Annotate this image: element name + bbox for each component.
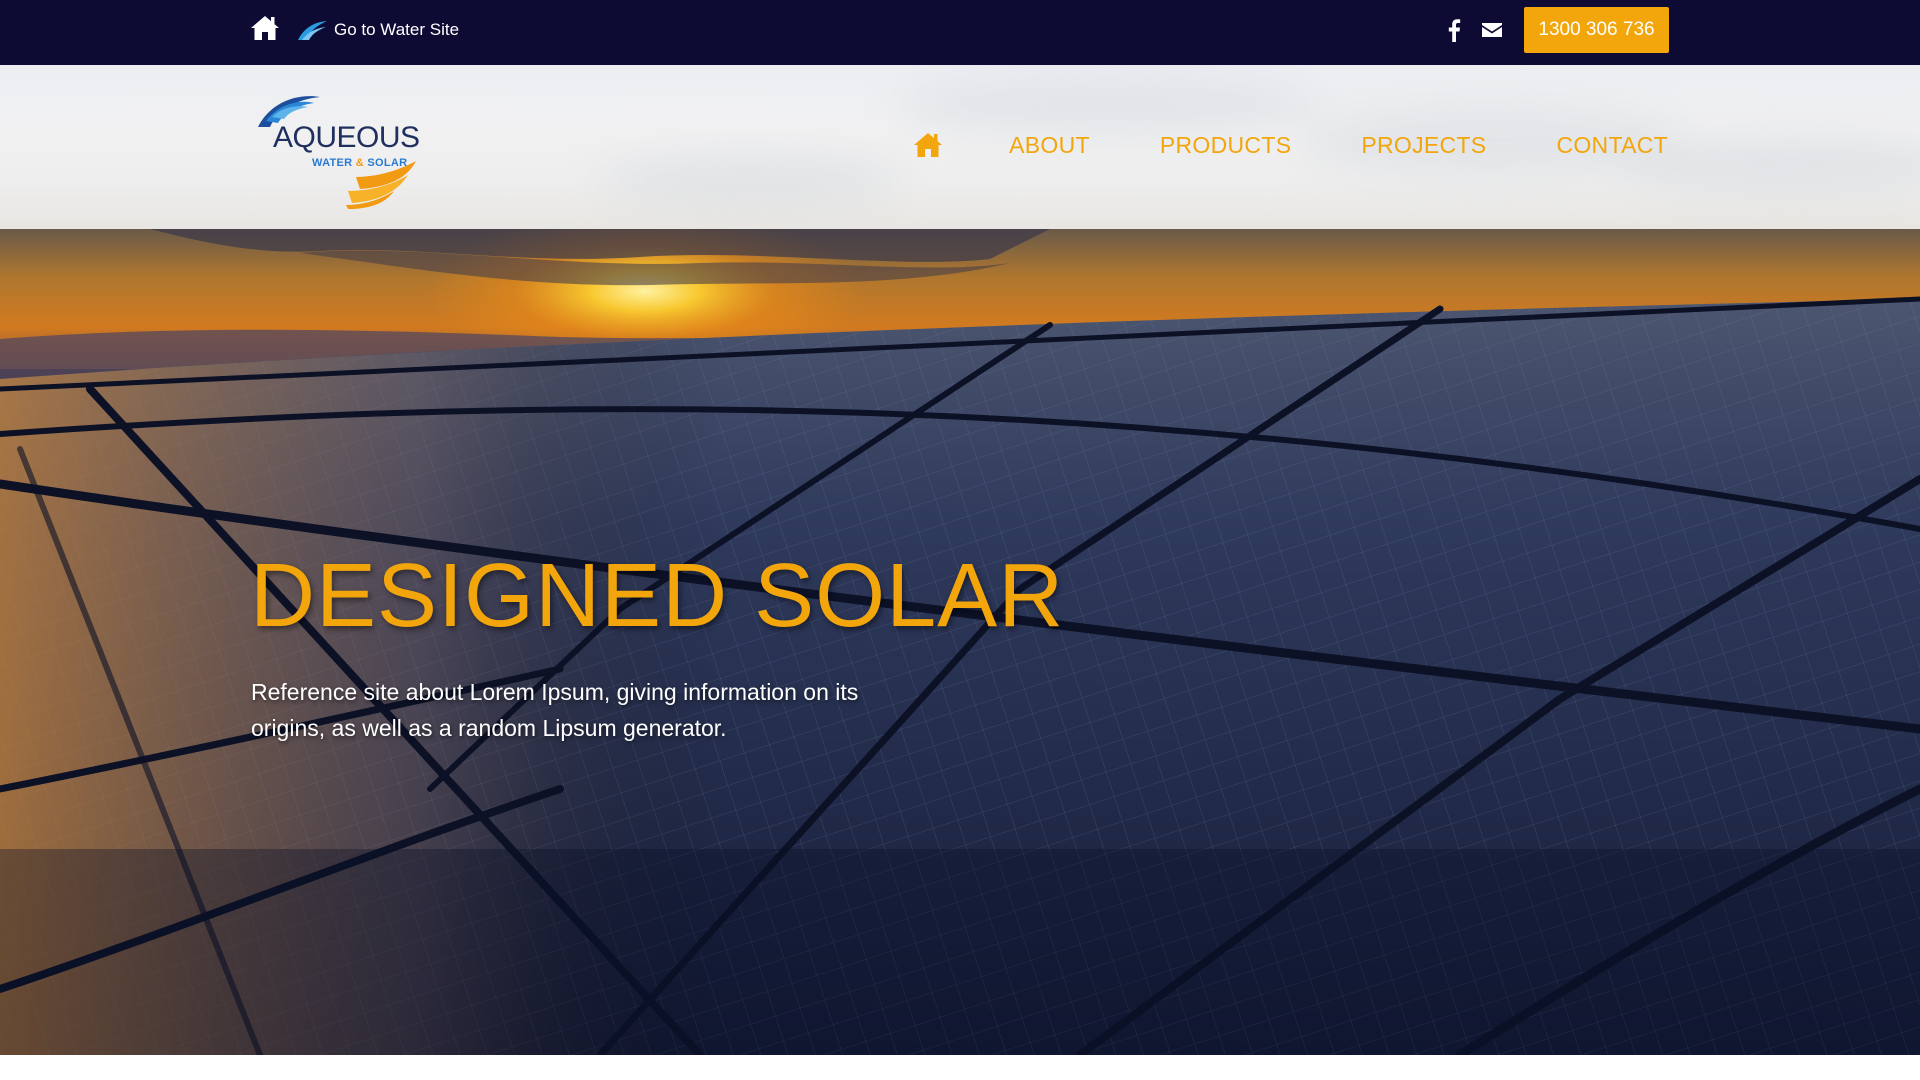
- page-bottom-strip: [0, 1055, 1920, 1080]
- home-icon[interactable]: [250, 14, 280, 42]
- nav-item-projects[interactable]: PROJECTS: [1361, 132, 1486, 159]
- nav-item-contact[interactable]: CONTACT: [1556, 132, 1668, 159]
- go-to-water-site-link[interactable]: Go to Water Site: [296, 16, 459, 44]
- top-bar: Go to Water Site 1300 306 736: [0, 0, 1920, 65]
- logo-subtitle: WATER & SOLAR: [312, 157, 408, 169]
- phone-number-button[interactable]: 1300 306 736: [1524, 7, 1669, 53]
- nav-item-products[interactable]: PRODUCTS: [1160, 132, 1291, 159]
- hero-description: Reference site about Lorem Ipsum, giving…: [251, 679, 859, 741]
- logo-wordmark: AQUEOUS: [273, 121, 420, 154]
- main-navigation: ABOUT PRODUCTS PROJECTS CONTACT: [913, 125, 1668, 165]
- water-wave-icon: [296, 18, 328, 42]
- hero-title: DESIGNED SOLAR: [250, 546, 1065, 646]
- facebook-icon[interactable]: [1444, 18, 1464, 42]
- site-header: AQUEOUS WATER & SOLAR ABOUT PRODUCTS PRO…: [0, 65, 1920, 229]
- water-link-label: Go to Water Site: [334, 20, 460, 39]
- nav-home-icon[interactable]: [913, 131, 943, 159]
- envelope-icon[interactable]: [1480, 18, 1504, 42]
- aqueous-logo[interactable]: AQUEOUS WATER & SOLAR: [248, 87, 423, 209]
- nav-item-about[interactable]: ABOUT: [1009, 132, 1090, 159]
- hero-banner: DESIGNED SOLAR Reference site about Lore…: [0, 229, 1920, 1055]
